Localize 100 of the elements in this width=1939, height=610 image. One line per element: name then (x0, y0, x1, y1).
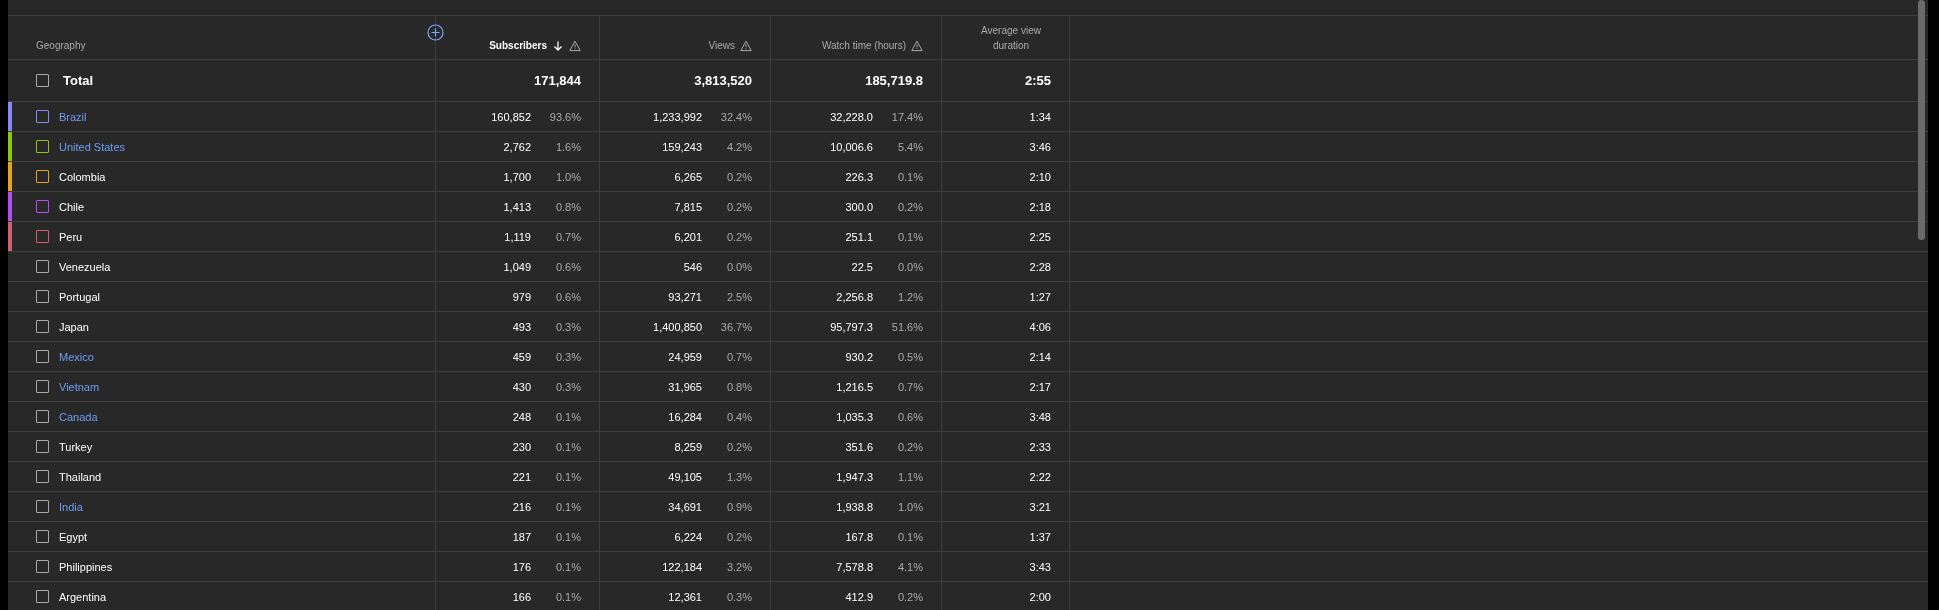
metric-value: 1,049 (503, 260, 531, 273)
metric-value: 493 (512, 320, 531, 333)
percent-value: 0.1% (554, 530, 581, 543)
percent-value: 0.0% (896, 260, 923, 273)
checkbox[interactable] (36, 230, 49, 243)
country-link[interactable]: Brazil (59, 110, 87, 123)
metric-value: 1,938.8 (836, 500, 873, 513)
column-header: Geography (36, 39, 86, 53)
duration-value: 2:18 (1029, 200, 1051, 213)
checkbox[interactable] (36, 470, 49, 483)
metric-value: 160,852 (491, 110, 531, 123)
warning-icon (740, 40, 752, 52)
metric-value: 300.0 (845, 200, 873, 213)
checkbox[interactable] (36, 200, 49, 213)
metric-value: 459 (512, 350, 531, 363)
metric-value: 546 (683, 260, 702, 273)
total-value: 171,844 (534, 73, 581, 88)
country-name: Peru (59, 230, 83, 243)
duration-value: 1:27 (1029, 290, 1051, 303)
country-link[interactable]: India (59, 500, 83, 513)
checkbox[interactable] (36, 440, 49, 453)
duration-value: 2:28 (1029, 260, 1051, 273)
metric-value: 1,947.3 (836, 470, 873, 483)
percent-value: 2.5% (725, 290, 752, 303)
percent-value: 0.1% (554, 440, 581, 453)
checkbox[interactable] (36, 290, 49, 303)
duration-value: 3:46 (1029, 140, 1051, 153)
percent-value: 1.0% (896, 500, 923, 513)
country-link[interactable]: United States (59, 140, 126, 153)
metric-value: 1,413 (503, 200, 531, 213)
percent-value: 0.6% (896, 410, 923, 423)
country-name: Venezuela (59, 260, 111, 273)
column-header[interactable]: Average view duration (971, 23, 1051, 53)
column-header[interactable]: Subscribers (489, 38, 547, 53)
duration-value: 2:33 (1029, 440, 1051, 453)
percent-value: 1.6% (554, 140, 581, 153)
checkbox[interactable] (36, 410, 49, 423)
percent-value: 0.2% (725, 170, 752, 183)
metric-value: 22.5 (851, 260, 873, 273)
percent-value: 0.5% (896, 350, 923, 363)
checkbox[interactable] (36, 590, 49, 603)
checkbox[interactable] (36, 74, 49, 87)
column-header[interactable]: Views (708, 38, 735, 53)
percent-value: 0.2% (725, 200, 752, 213)
metric-value: 166 (512, 590, 531, 603)
checkbox[interactable] (36, 530, 49, 543)
metric-value: 226.3 (845, 170, 873, 183)
checkbox[interactable] (36, 380, 49, 393)
metric-value: 93,271 (668, 290, 702, 303)
metric-value: 6,265 (674, 170, 702, 183)
metric-value: 221 (512, 470, 531, 483)
metric-value: 1,233,992 (653, 110, 702, 123)
metric-value: 248 (512, 410, 531, 423)
add-plus-icon[interactable] (427, 24, 444, 41)
percent-value: 3.2% (725, 560, 752, 573)
percent-value: 0.2% (896, 590, 923, 603)
checkbox[interactable] (36, 350, 49, 363)
percent-value: 1.0% (554, 170, 581, 183)
percent-value: 0.6% (554, 290, 581, 303)
checkbox[interactable] (36, 170, 49, 183)
checkbox[interactable] (36, 320, 49, 333)
percent-value: 32.4% (719, 110, 752, 123)
checkbox[interactable] (36, 500, 49, 513)
duration-value: 1:34 (1029, 110, 1051, 123)
metric-value: 34,691 (668, 500, 702, 513)
percent-value: 93.6% (548, 110, 581, 123)
percent-value: 0.7% (725, 350, 752, 363)
metric-value: 251.1 (845, 230, 873, 243)
checkbox[interactable] (36, 140, 49, 153)
metric-value: 1,119 (504, 230, 531, 243)
percent-value: 0.3% (554, 380, 581, 393)
country-link[interactable]: Vietnam (59, 380, 100, 393)
percent-value: 0.1% (554, 410, 581, 423)
percent-value: 0.2% (896, 440, 923, 453)
country-link[interactable]: Canada (59, 410, 98, 423)
percent-value: 0.2% (725, 440, 752, 453)
scrollbar[interactable] (1918, 0, 1925, 240)
sort-down-arrow-icon[interactable] (552, 40, 564, 52)
checkbox[interactable] (36, 110, 49, 123)
checkbox[interactable] (36, 560, 49, 573)
country-name: Portugal (59, 290, 100, 303)
metric-value: 122,184 (662, 560, 702, 573)
percent-value: 0.7% (554, 230, 581, 243)
country-name: Colombia (59, 170, 106, 183)
percent-value: 0.3% (554, 320, 581, 333)
metric-value: 31,965 (668, 380, 702, 393)
column-header[interactable]: Watch time (hours) (821, 38, 906, 53)
percent-value: 0.2% (725, 230, 752, 243)
duration-value: 2:10 (1029, 170, 1051, 183)
country-link[interactable]: Mexico (59, 350, 94, 363)
percent-value: 51.6% (890, 320, 923, 333)
checkbox[interactable] (36, 260, 49, 273)
percent-value: 0.2% (725, 530, 752, 543)
metric-value: 187 (512, 530, 531, 543)
metric-value: 2,256.8 (836, 290, 873, 303)
metric-value: 1,035.3 (836, 410, 873, 423)
percent-value: 0.1% (554, 560, 581, 573)
metric-value: 412.9 (845, 590, 873, 603)
percent-value: 0.3% (725, 590, 752, 603)
metric-value: 930.2 (845, 350, 873, 363)
